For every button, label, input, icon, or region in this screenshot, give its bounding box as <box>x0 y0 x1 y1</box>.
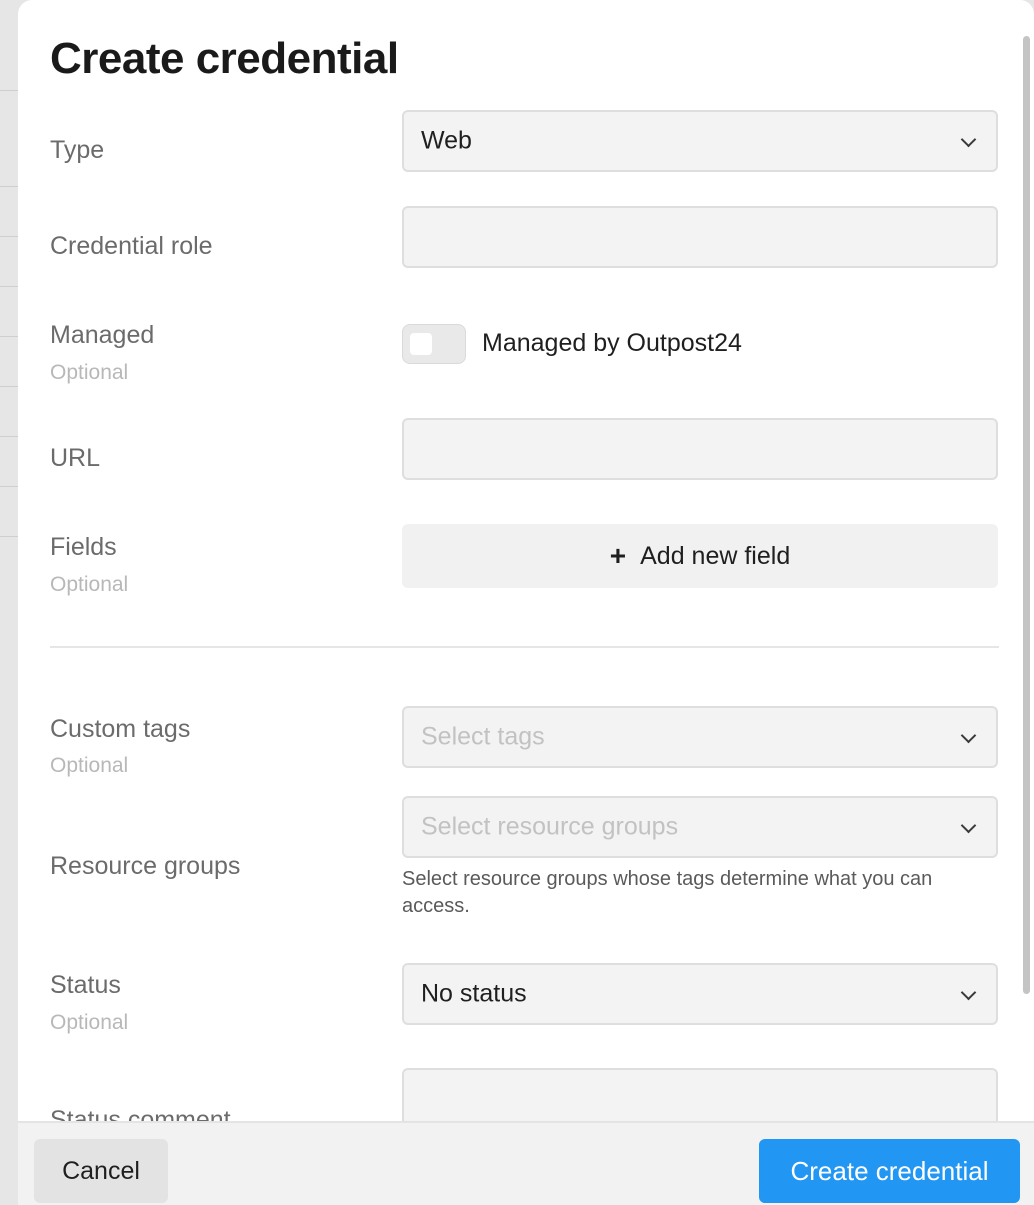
credential-role-label: Credential role <box>50 232 213 260</box>
backdrop-divider <box>0 536 18 537</box>
backdrop-divider <box>0 436 18 437</box>
chevron-down-icon <box>960 727 977 744</box>
toggle-knob <box>410 333 432 355</box>
resource-groups-select[interactable]: Select resource groups <box>402 796 998 858</box>
fields-label: Fields <box>50 533 117 561</box>
cancel-button[interactable]: Cancel <box>34 1139 168 1203</box>
fields-optional-hint: Optional <box>50 573 129 596</box>
resource-groups-label: Resource groups <box>50 852 241 880</box>
chevron-down-icon <box>960 131 977 148</box>
create-credential-button[interactable]: Create credential <box>759 1139 1020 1203</box>
custom-tags-select[interactable]: Select tags <box>402 706 998 768</box>
credential-role-input[interactable] <box>402 206 998 268</box>
create-credential-dialog: Create credential Type Web Credential ro… <box>18 0 1034 1205</box>
status-select[interactable]: No status <box>402 963 998 1025</box>
add-new-field-button[interactable]: + Add new field <box>402 524 998 588</box>
backdrop-divider <box>0 186 18 187</box>
backdrop-divider <box>0 386 18 387</box>
custom-tags-optional-hint: Optional <box>50 754 129 777</box>
backdrop-divider <box>0 90 18 91</box>
url-input[interactable] <box>402 418 998 480</box>
add-new-field-label: Add new field <box>640 541 791 570</box>
backdrop-divider <box>0 486 18 487</box>
type-select-value: Web <box>421 126 472 155</box>
managed-optional-hint: Optional <box>50 361 129 384</box>
status-comment-label: Status comment <box>50 1106 231 1121</box>
status-select-value: No status <box>421 979 527 1008</box>
status-comment-input[interactable] <box>402 1068 998 1121</box>
status-optional-hint: Optional <box>50 1011 129 1034</box>
custom-tags-placeholder: Select tags <box>421 722 545 751</box>
resource-groups-helper-text: Select resource groups whose tags determ… <box>402 868 933 917</box>
managed-label: Managed <box>50 321 155 349</box>
dialog-body[interactable]: Create credential Type Web Credential ro… <box>18 0 1034 1121</box>
plus-icon: + <box>609 540 627 571</box>
backdrop-divider <box>0 286 18 287</box>
dialog-scrollbar[interactable] <box>1023 36 1030 994</box>
resource-groups-placeholder: Select resource groups <box>421 812 679 841</box>
section-divider <box>50 646 999 648</box>
type-label: Type <box>50 136 105 164</box>
status-label: Status <box>50 971 121 999</box>
chevron-down-icon <box>960 984 977 1001</box>
dialog-footer: Cancel Create credential <box>18 1121 1034 1205</box>
backdrop-divider <box>0 336 18 337</box>
type-select[interactable]: Web <box>402 110 998 172</box>
backdrop-divider <box>0 236 18 237</box>
dialog-title: Create credential <box>50 34 399 83</box>
custom-tags-label: Custom tags <box>50 715 191 743</box>
managed-toggle[interactable] <box>402 324 466 364</box>
managed-toggle-label[interactable]: Managed by Outpost24 <box>482 329 742 358</box>
chevron-down-icon <box>960 817 977 834</box>
url-label: URL <box>50 444 101 472</box>
